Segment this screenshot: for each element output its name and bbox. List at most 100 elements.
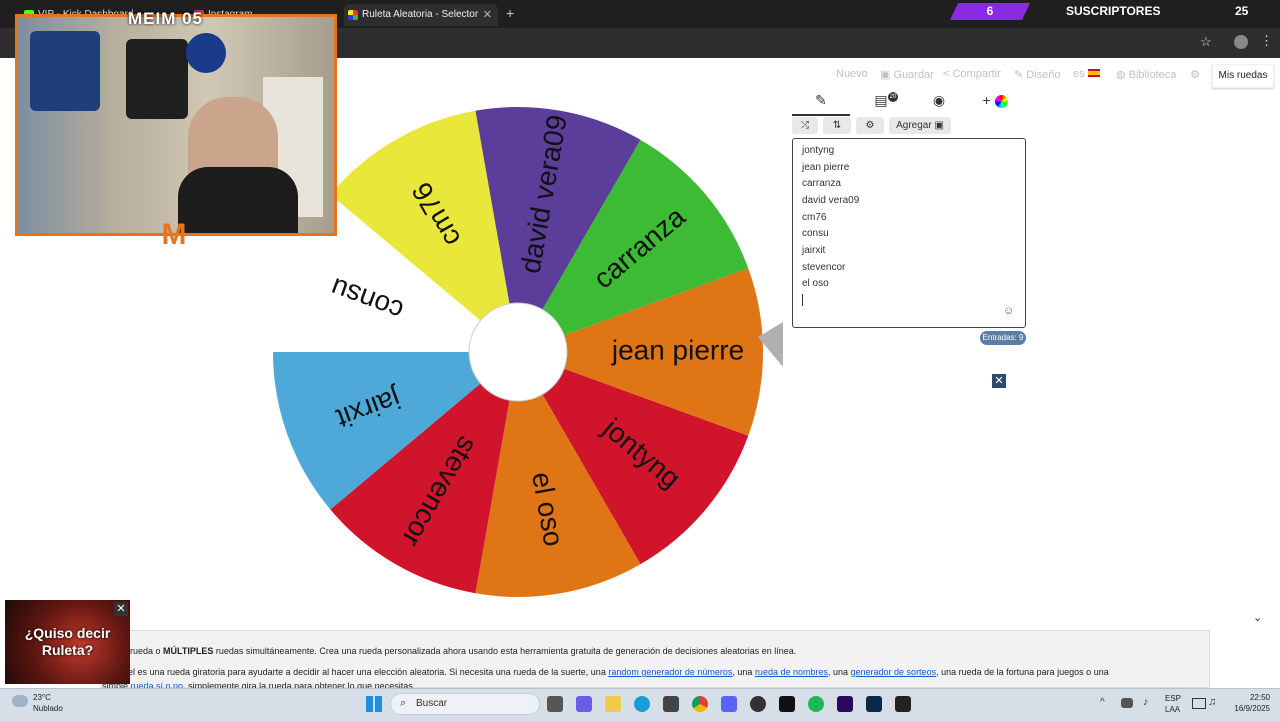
sort-button[interactable]: ⇅ <box>823 117 851 134</box>
copilot-icon[interactable] <box>576 696 592 712</box>
search-icon: ⌕ <box>400 697 407 709</box>
clipboard-icon: ▤ <box>874 92 888 108</box>
chrome-icon[interactable] <box>692 696 708 712</box>
plus-icon: + <box>982 92 991 108</box>
speaker-icon[interactable]: ♫ <box>1208 696 1216 708</box>
shuffle-button[interactable]: ⤮ <box>792 117 818 134</box>
tab-hide[interactable]: ◉ <box>910 92 968 114</box>
tab-add-color[interactable]: + <box>970 92 1020 114</box>
more-menu-icon[interactable]: ⋮ <box>1260 33 1273 49</box>
info-text: , una <box>827 667 851 677</box>
info-section <box>100 630 1210 688</box>
advanced-button[interactable]: ⚙ <box>856 117 884 134</box>
add-image-label: Agregar <box>896 120 932 131</box>
globe-icon: ◍ <box>1116 69 1129 81</box>
chevron-up-icon[interactable]: ^ <box>1100 697 1105 708</box>
link-name-wheel[interactable]: rueda de nombres <box>755 667 828 677</box>
menu-language-label: es <box>1073 68 1085 80</box>
menu-new[interactable]: Nuevo <box>836 68 868 80</box>
info-text: , una rueda de la fortuna para juegos o … <box>936 667 1109 677</box>
edge-icon[interactable] <box>634 696 650 712</box>
spotify-icon[interactable] <box>808 696 824 712</box>
entry-item: el oso <box>802 278 829 289</box>
add-image-button[interactable]: Agregar ▣ <box>889 117 951 134</box>
menu-share[interactable]: < Compartir <box>943 68 1001 80</box>
taskbar-search[interactable] <box>390 693 540 715</box>
wheel-center-button[interactable] <box>468 302 568 402</box>
profile-avatar[interactable] <box>1234 35 1248 49</box>
microphone-icon[interactable]: ♪ <box>1143 696 1149 708</box>
menu-design-label: Diseño <box>1026 69 1061 81</box>
entry-item: jontyng <box>802 145 835 156</box>
entry-item: stevencor <box>802 262 846 273</box>
tab-label: Ruleta Aleatoria - Selector Perso... <box>362 9 480 20</box>
network-app-icon[interactable] <box>1121 698 1133 708</box>
shuffle-icon: ⤮ <box>801 120 809 131</box>
ad-close-icon[interactable]: ✕ <box>114 602 128 616</box>
webcam-title: MEIM 05 <box>128 9 204 28</box>
info-text: e Wheel es una rueda giratoria para ayud… <box>102 667 609 677</box>
premiere-icon[interactable] <box>837 696 853 712</box>
language-code[interactable]: ESP <box>1165 694 1181 703</box>
entries-count-badge: Entradas: 9 <box>980 331 1026 345</box>
menu-save[interactable]: ▣ Guardar <box>880 68 934 81</box>
close-icon[interactable]: ✕ <box>992 374 1006 388</box>
gear-icon: ⚙ <box>865 120 875 131</box>
menu-language[interactable]: es <box>1073 68 1100 80</box>
subscribers-label: SUSCRIPTORES <box>1040 3 1240 20</box>
new-tab-button[interactable]: + <box>506 5 514 21</box>
emoji-icon[interactable]: ☺ <box>1003 305 1014 317</box>
file-explorer-icon[interactable] <box>605 696 621 712</box>
task-view-icon[interactable] <box>547 696 563 712</box>
entry-item: jean pierre <box>802 162 850 173</box>
close-tab-icon[interactable]: ✕ <box>483 4 492 26</box>
menu-library-label: Biblioteca <box>1128 69 1177 81</box>
keyboard-layout[interactable]: LAA <box>1165 705 1180 714</box>
info-text: ruedas simultáneamente. Crea una rueda p… <box>213 646 797 656</box>
info-bold-text: MÚLTIPLES <box>163 646 214 656</box>
entry-item: cm76 <box>802 212 827 223</box>
link-raffle[interactable]: generador de sorteos <box>851 667 937 677</box>
discord-icon[interactable] <box>721 696 737 712</box>
clock-date[interactable]: 16/9/2025 <box>1222 704 1270 713</box>
weather-status[interactable]: Nublado <box>33 704 63 713</box>
store-icon[interactable] <box>663 696 679 712</box>
weather-temp[interactable]: 23°C <box>33 693 51 702</box>
entry-item: consu <box>802 228 829 239</box>
menu-design[interactable]: ✎ Diseño <box>1014 68 1061 81</box>
chevron-down-icon[interactable]: ⌄ <box>1253 611 1262 624</box>
redbull-badge-image <box>186 33 226 73</box>
ad-text[interactable]: ¿Quiso decir Ruleta? <box>5 625 130 659</box>
link-random-number[interactable]: random generador de números <box>608 667 732 677</box>
wheel-segment-label: jean pierre <box>611 334 744 365</box>
wifi-icon[interactable] <box>1192 698 1206 709</box>
windows-start-icon[interactable] <box>366 696 382 712</box>
photoshop-icon[interactable] <box>866 696 882 712</box>
subscribers-goal: 25 <box>1235 4 1249 18</box>
settings-icon[interactable]: ⚙ <box>1190 68 1200 81</box>
search-label: Buscar <box>416 698 448 709</box>
menu-share-label: Compartir <box>952 68 1001 80</box>
pencil-icon: ✎ <box>1014 69 1027 81</box>
results-badge: 20 <box>888 92 898 102</box>
tab-edit[interactable]: ✎ <box>792 92 850 116</box>
github-icon[interactable] <box>750 696 766 712</box>
capcut-icon[interactable] <box>895 696 911 712</box>
clock-time[interactable]: 22:50 <box>1226 693 1270 702</box>
wheel-favicon-icon <box>348 10 358 20</box>
bookmark-star-icon[interactable]: ☆ <box>1200 34 1212 50</box>
jersey-blue-image <box>30 31 100 111</box>
webcam-overlay <box>15 14 337 236</box>
channel-logo-icon: M <box>161 218 187 251</box>
info-line-2: e Wheel es una rueda giratoria para ayud… <box>102 667 1109 677</box>
wheel[interactable]: jean pierrejontyngel osostevencorjairxit… <box>260 95 800 605</box>
text-cursor <box>802 294 803 306</box>
tab-results[interactable]: ▤ 20 <box>852 92 910 114</box>
menu-library[interactable]: ◍ Biblioteca <box>1116 68 1176 81</box>
tab-ruleta[interactable]: Ruleta Aleatoria - Selector Perso... ✕ <box>344 4 498 26</box>
cloud-icon <box>12 695 28 707</box>
tiktok-icon[interactable] <box>779 696 795 712</box>
jersey-black-image <box>126 39 188 119</box>
streamer-shirt-image <box>178 167 298 233</box>
my-wheels-button[interactable]: Mis ruedas <box>1212 64 1274 88</box>
